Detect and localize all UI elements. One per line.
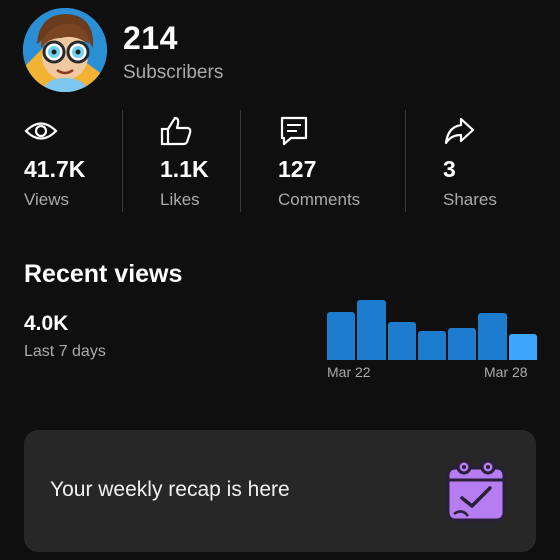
- avatar[interactable]: [23, 8, 107, 92]
- channel-header: 214 Subscribers: [23, 8, 543, 92]
- chart-bar-mar-27: [478, 313, 507, 360]
- stat-likes-label: Likes: [160, 190, 200, 209]
- chart-bar-mar-22: [327, 312, 356, 360]
- stat-shares-value: 3: [443, 156, 456, 182]
- x-tick-first: Mar 22: [327, 364, 371, 380]
- chart-bar-mar-25: [417, 331, 447, 360]
- divider: [405, 110, 406, 212]
- stat-views-value: 41.7K: [24, 156, 86, 182]
- stat-likes-value: 1.1K: [160, 156, 209, 182]
- chart-bar-mar-26: [448, 327, 477, 360]
- share-icon: [443, 116, 477, 146]
- chart-bar-mar-28: [508, 333, 537, 360]
- stat-shares-label: Shares: [443, 190, 497, 209]
- chart-bar-mar-24: [387, 321, 416, 360]
- stat-views-label: Views: [24, 190, 70, 209]
- stats-row: 41.7K Views 1.1K Likes 127 Comments 3 Sh…: [0, 108, 560, 214]
- recent-views-chart[interactable]: [327, 300, 537, 360]
- recap-text: Your weekly recap is here: [50, 478, 290, 501]
- stat-comments-label: Comments: [278, 190, 361, 209]
- recent-views-title: Recent views: [24, 260, 183, 288]
- calendar-check-icon: [442, 458, 510, 524]
- x-tick-last: Mar 28: [484, 364, 528, 380]
- weekly-recap-card[interactable]: Your weekly recap is here: [24, 430, 536, 552]
- stat-comments-value: 127: [278, 156, 317, 182]
- recent-views-period: Last 7 days: [24, 343, 106, 360]
- chart-bar-mar-23: [357, 300, 386, 360]
- subscriber-label: Subscribers: [123, 62, 224, 83]
- subscriber-count: 214: [123, 20, 178, 56]
- divider: [122, 110, 123, 212]
- eye-icon: [24, 116, 58, 146]
- comment-icon: [278, 116, 312, 146]
- divider: [240, 110, 241, 212]
- thumbs-up-icon: [160, 116, 194, 146]
- recent-views-value: 4.0K: [24, 312, 69, 335]
